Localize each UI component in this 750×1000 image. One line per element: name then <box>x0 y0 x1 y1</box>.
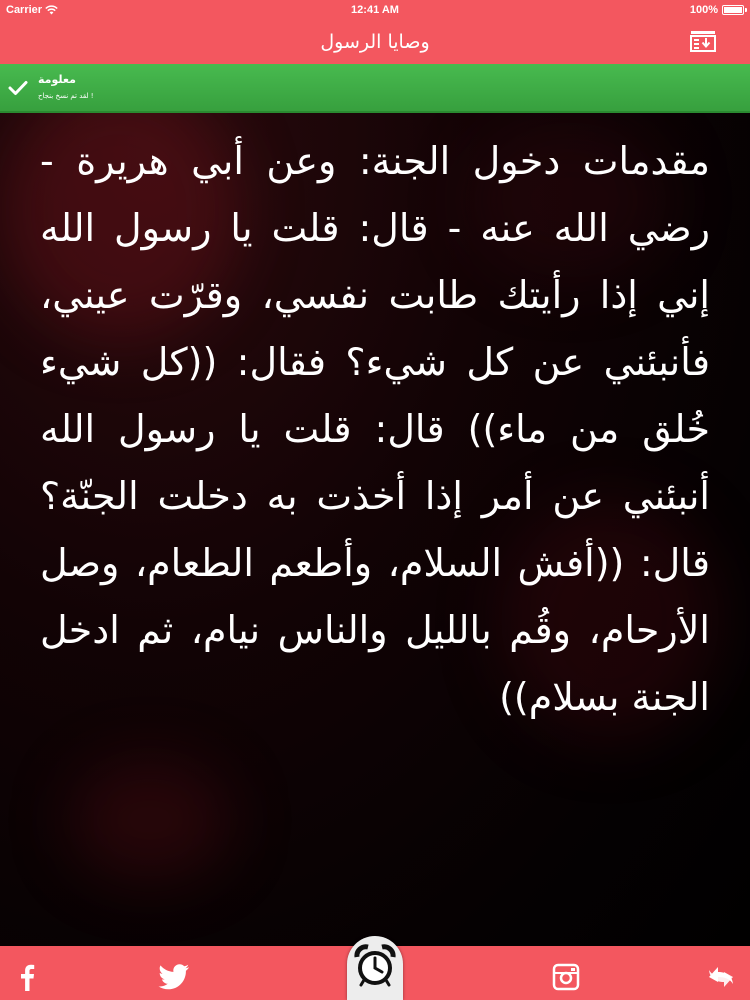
twitter-icon[interactable] <box>158 963 190 991</box>
status-bar: Carrier 12:41 AM 100% <box>0 0 750 22</box>
list-download-icon[interactable] <box>690 29 716 53</box>
hadith-text: مقدمات دخول الجنة: وعن أبي هريرة - رضي ا… <box>40 139 710 719</box>
page-title: وصايا الرسول <box>320 31 430 53</box>
instagram-icon[interactable] <box>552 963 580 991</box>
battery-fill <box>724 7 742 13</box>
notification-banner[interactable]: معلومة لقد تم نسخ بنجاح ! <box>0 64 750 113</box>
battery-group: 100% <box>689 4 747 16</box>
facebook-icon[interactable] <box>16 963 36 991</box>
status-time: 12:41 AM <box>351 4 399 16</box>
hadith-content: مقدمات دخول الجنة: وعن أبي هريرة - رضي ا… <box>30 128 720 848</box>
app-screen: Carrier 12:41 AM 100% وصايا الرسول معلوم… <box>0 0 750 1000</box>
check-icon <box>8 81 28 95</box>
banner-title: معلومة <box>38 73 76 86</box>
banner-message: لقد تم نسخ بنجاح ! <box>38 92 94 100</box>
battery-icon <box>722 5 747 15</box>
alarm-clock-icon <box>354 944 396 987</box>
battery-percent: 100% <box>689 4 718 16</box>
header: Carrier 12:41 AM 100% وصايا الرسول <box>0 0 750 64</box>
alarm-button[interactable] <box>347 936 403 1000</box>
share-icon[interactable] <box>706 963 736 991</box>
